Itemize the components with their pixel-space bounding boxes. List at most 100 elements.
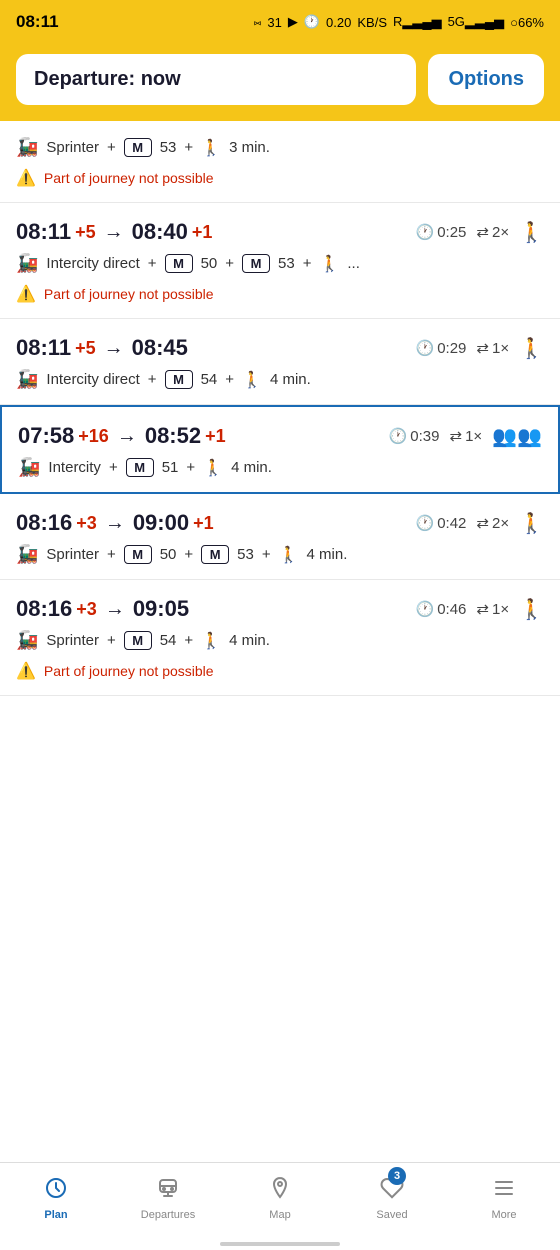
plus-sep: + <box>107 139 116 156</box>
warning-row: ⚠️ Part of journey not possible <box>16 661 544 681</box>
plus-sep: + <box>109 459 118 476</box>
saved-badge: 3 <box>388 1167 406 1185</box>
journey-card[interactable]: 🚂 Sprinter + M 53 + 🚶 3 min. ⚠️ Part of … <box>0 121 560 203</box>
journey-times: 08:11+5 → 08:40+1 <box>16 219 212 245</box>
walk-icon: 🚶 <box>201 138 221 158</box>
journey-card[interactable]: 08:16+3 → 09:00+1 🕐 0:42 ⇄ 2× 🚶 🚂 Sprint… <box>0 494 560 580</box>
transfers: ⇄ 1× <box>476 600 509 618</box>
plus-sep: + <box>148 255 157 272</box>
transfer-icon: ⇄ <box>476 600 489 618</box>
warning-icon: ⚠️ <box>16 168 36 188</box>
journey-header: 08:16+3 → 09:00+1 🕐 0:42 ⇄ 2× 🚶 <box>16 510 544 536</box>
journey-route: 🚂 Intercity + M 51 + 🚶 4 min. <box>18 457 542 478</box>
metro-badge: M <box>201 545 229 564</box>
arrive-time: 09:00 <box>133 510 189 536</box>
train-icon: 🚂 <box>18 457 40 478</box>
plus-sep: + <box>184 139 193 156</box>
transfer-icon: ⇄ <box>476 339 489 357</box>
duration-value: 0:42 <box>437 515 466 532</box>
nav-item-more[interactable]: More <box>448 1163 560 1234</box>
arrow-icon: → <box>104 337 124 360</box>
crowd-icon: 🚶 <box>519 511 544 536</box>
plus-sep: + <box>184 632 193 649</box>
walk-icon: 🚶 <box>242 370 262 390</box>
duration: 🕐 0:39 <box>389 427 440 445</box>
walk-time: 4 min. <box>229 632 270 649</box>
train-name: Sprinter <box>46 139 99 156</box>
duration: 🕐 0:29 <box>416 339 467 357</box>
journey-route: 🚂 Intercity direct + M 54 + 🚶 4 min. <box>16 369 544 390</box>
journey-card[interactable]: 08:11+5 → 08:40+1 🕐 0:25 ⇄ 2× 🚶 🚂 Interc… <box>0 203 560 319</box>
metro-badge: M <box>124 631 152 650</box>
duration-value: 0:46 <box>437 601 466 618</box>
duration-value: 0:39 <box>410 428 439 445</box>
train-name: Intercity <box>48 459 101 476</box>
depart-delay: +16 <box>78 426 109 447</box>
journey-times: 08:16+3 → 09:05 <box>16 596 189 622</box>
options-button[interactable]: Options <box>428 54 544 105</box>
train-icon: 🚂 <box>16 630 38 651</box>
nav-label-map: Map <box>269 1209 290 1221</box>
depart-time: 08:11 <box>16 219 71 245</box>
plus-sep: + <box>184 546 193 563</box>
map-icon <box>268 1176 292 1206</box>
journey-times: 07:58+16 → 08:52+1 <box>18 423 226 449</box>
duration-value: 0:25 <box>437 224 466 241</box>
walk-time: 4 min. <box>307 546 348 563</box>
train-icon: 🚂 <box>16 369 38 390</box>
metro-num: 53 <box>278 255 295 272</box>
journey-card[interactable]: 08:11+5 → 08:45 🕐 0:29 ⇄ 1× 🚶 🚂 Intercit… <box>0 319 560 405</box>
dots: ... <box>347 255 360 272</box>
departure-box[interactable]: Departure: now <box>16 54 416 105</box>
transfer-count: 2× <box>492 515 509 532</box>
plus-sep: + <box>225 371 234 388</box>
journey-header: 08:11+5 → 08:45 🕐 0:29 ⇄ 1× 🚶 <box>16 335 544 361</box>
arrow-icon: → <box>105 598 125 621</box>
transfer-icon: ⇄ <box>476 223 489 241</box>
journey-route: 🚂 Intercity direct + M 50 + M 53 + 🚶 ... <box>16 253 544 274</box>
crowd-icon: 🚶 <box>519 597 544 622</box>
journey-header: 07:58+16 → 08:52+1 🕐 0:39 ⇄ 1× 👥👥 <box>18 423 542 449</box>
nav-item-plan[interactable]: Plan <box>0 1163 112 1234</box>
walk-time: 4 min. <box>231 459 272 476</box>
transfers: ⇄ 1× <box>476 339 509 357</box>
journey-card-highlighted[interactable]: 07:58+16 → 08:52+1 🕐 0:39 ⇄ 1× 👥👥 🚂 Inte… <box>0 405 560 494</box>
train-icon: 🚂 <box>16 253 38 274</box>
train-name: Sprinter <box>46 632 99 649</box>
warning-icon: ⚠️ <box>16 661 36 681</box>
departure-label: Departure: <box>34 68 135 90</box>
nav-item-map[interactable]: Map <box>224 1163 336 1234</box>
transfers: ⇄ 2× <box>476 223 509 241</box>
journey-card[interactable]: 08:16+3 → 09:05 🕐 0:46 ⇄ 1× 🚶 🚂 Sprinter… <box>0 580 560 696</box>
depart-delay: +3 <box>76 513 97 534</box>
journey-route: 🚂 Sprinter + M 53 + 🚶 3 min. <box>16 137 544 158</box>
nav-item-departures[interactable]: Departures <box>112 1163 224 1234</box>
transfer-count: 1× <box>492 340 509 357</box>
depart-time: 08:16 <box>16 596 72 622</box>
metro-num: 51 <box>162 459 179 476</box>
journey-meta: 🕐 0:29 ⇄ 1× 🚶 <box>416 336 544 361</box>
journey-times: 08:16+3 → 09:00+1 <box>16 510 214 536</box>
walk-time: 3 min. <box>229 139 270 156</box>
clock-icon: 🕐 <box>416 514 435 532</box>
plus-sep: + <box>186 459 195 476</box>
clock-icon <box>44 1176 68 1206</box>
journey-route: 🚂 Sprinter + M 54 + 🚶 4 min. <box>16 630 544 651</box>
transfers: ⇄ 2× <box>476 514 509 532</box>
plus-sep: + <box>303 255 312 272</box>
transfer-count: 1× <box>492 601 509 618</box>
arrive-time: 09:05 <box>133 596 189 622</box>
plus-sep: + <box>148 371 157 388</box>
depart-time: 08:11 <box>16 335 71 361</box>
depart-time: 07:58 <box>18 423 74 449</box>
nav-item-saved[interactable]: 3 Saved <box>336 1163 448 1234</box>
train-name: Intercity direct <box>46 371 139 388</box>
metro-badge: M <box>124 138 152 157</box>
walk-icon: 🚶 <box>201 631 221 651</box>
crowd-icon: 🚶 <box>519 336 544 361</box>
duration-value: 0:29 <box>437 340 466 357</box>
plus-sep: + <box>262 546 271 563</box>
transfer-count: 1× <box>465 428 482 445</box>
metro-badge: M <box>165 254 193 273</box>
train-icon: 🚂 <box>16 544 38 565</box>
